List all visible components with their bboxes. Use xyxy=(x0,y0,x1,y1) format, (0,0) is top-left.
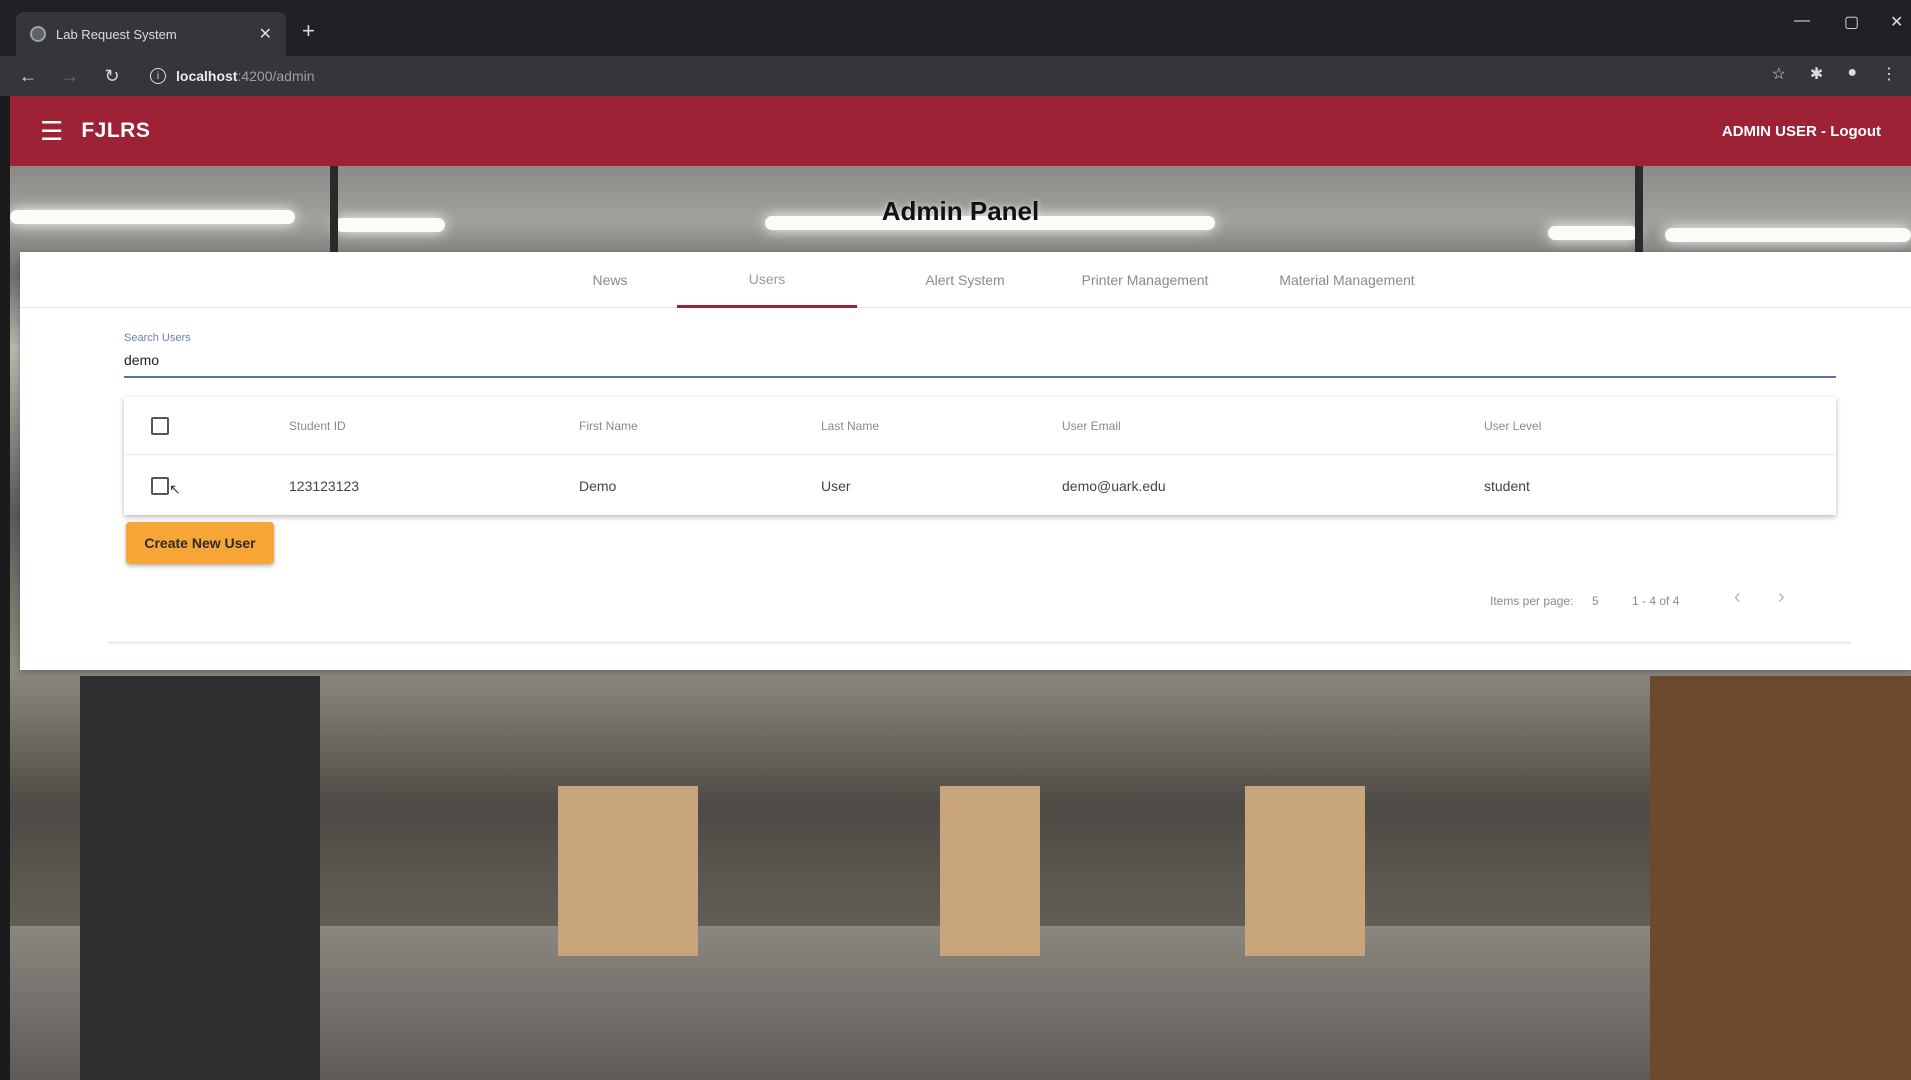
search-input[interactable] xyxy=(124,352,1836,368)
profile-person-icon[interactable]: ● xyxy=(1847,64,1857,84)
user-logout-link[interactable]: ADMIN USER - Logout xyxy=(1722,123,1881,140)
browser-address-bar: ← → ↻ i localhost:4200/admin ☆ ✱ ● ⋮ xyxy=(0,56,1911,96)
column-header-last-name[interactable]: Last Name xyxy=(821,419,879,433)
select-all-checkbox[interactable] xyxy=(151,416,169,435)
hamburger-menu-icon[interactable]: ☰ xyxy=(40,116,63,147)
row-checkbox[interactable] xyxy=(151,477,169,495)
panel-divider xyxy=(108,642,1850,643)
dark-cabinet xyxy=(80,676,320,1080)
items-per-page-select[interactable]: 5 xyxy=(1592,594,1599,608)
reload-icon[interactable]: ↻ xyxy=(102,66,122,87)
table-header-row: Student ID First Name Last Name User Ema… xyxy=(124,397,1836,455)
brand-logo-text[interactable]: FJLRS xyxy=(81,119,150,143)
info-icon[interactable]: i xyxy=(150,68,166,84)
browser-tab-bar: Lab Request System ✕ + — ▢ ✕ xyxy=(0,0,1911,56)
column-header-first-name[interactable]: First Name xyxy=(579,419,638,433)
create-new-user-button[interactable]: Create New User xyxy=(126,522,274,564)
table-row[interactable]: ↖ 123123123 Demo User demo@uark.edu stud… xyxy=(124,457,1836,515)
paginator: Items per page: 5 1 - 4 of 4 ‹ › xyxy=(20,582,1911,622)
column-header-user-email[interactable]: User Email xyxy=(1062,419,1121,433)
tab-users[interactable]: Users xyxy=(677,252,857,308)
extensions-puzzle-icon[interactable]: ✱ xyxy=(1810,64,1823,84)
next-page-icon[interactable]: › xyxy=(1778,586,1785,609)
browser-menu-icon[interactable]: ⋮ xyxy=(1881,64,1897,84)
tab-alert-system[interactable]: Alert System xyxy=(885,252,1045,308)
ceiling-light xyxy=(1665,228,1911,242)
column-header-student-id[interactable]: Student ID xyxy=(289,419,346,433)
search-label: Search Users xyxy=(124,332,191,344)
bookmark-star-icon[interactable]: ☆ xyxy=(1772,64,1786,84)
cell-last-name: User xyxy=(821,478,851,494)
close-window-icon[interactable]: ✕ xyxy=(1890,12,1903,32)
cell-first-name: Demo xyxy=(579,478,617,494)
browser-tab[interactable]: Lab Request System ✕ xyxy=(16,12,286,56)
admin-tabs: News Users Alert System Printer Manageme… xyxy=(20,252,1911,308)
favicon-icon xyxy=(30,26,46,42)
url-host: localhost xyxy=(176,68,238,84)
page-title: Admin Panel xyxy=(881,196,1040,226)
url-field[interactable]: i localhost:4200/admin xyxy=(150,68,315,84)
new-tab-icon[interactable]: + xyxy=(302,20,315,42)
app-header: ☰ FJLRS ADMIN USER - Logout xyxy=(10,96,1911,166)
paginator-range-label: 1 - 4 of 4 xyxy=(1632,594,1680,608)
ceiling-light xyxy=(1548,226,1638,240)
forward-icon[interactable]: → xyxy=(60,66,80,87)
wood-pillar xyxy=(1245,786,1365,956)
browser-tab-title: Lab Request System xyxy=(56,26,177,42)
back-icon[interactable]: ← xyxy=(18,66,38,87)
cell-user-level: student xyxy=(1484,478,1530,494)
previous-page-icon[interactable]: ‹ xyxy=(1734,586,1741,609)
search-field: Search Users xyxy=(124,332,1836,378)
tab-material-management[interactable]: Material Management xyxy=(1242,252,1452,308)
wood-pillar xyxy=(558,786,698,956)
tab-printer-management[interactable]: Printer Management xyxy=(1050,252,1240,308)
users-table: Student ID First Name Last Name User Ema… xyxy=(124,397,1836,515)
close-tab-icon[interactable]: ✕ xyxy=(259,24,272,44)
column-header-user-level[interactable]: User Level xyxy=(1484,419,1541,433)
maximize-icon[interactable]: ▢ xyxy=(1844,12,1859,32)
wood-shelf xyxy=(1650,676,1911,1080)
mouse-pointer-icon: ↖ xyxy=(169,481,181,497)
items-per-page-label: Items per page: xyxy=(1490,594,1574,608)
cell-student-id: 123123123 xyxy=(289,478,360,494)
tab-news[interactable]: News xyxy=(530,252,690,308)
admin-panel-card: News Users Alert System Printer Manageme… xyxy=(20,252,1911,670)
wood-pillar xyxy=(940,786,1040,956)
cell-user-email: demo@uark.edu xyxy=(1062,478,1166,494)
minimize-icon[interactable]: — xyxy=(1794,12,1810,30)
url-path: :4200/admin xyxy=(237,68,315,84)
